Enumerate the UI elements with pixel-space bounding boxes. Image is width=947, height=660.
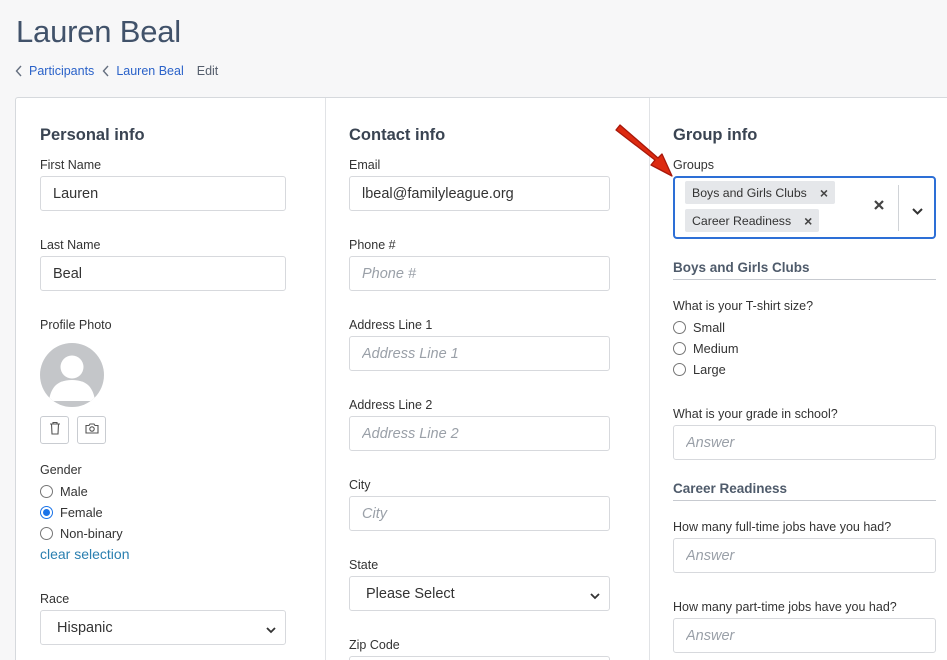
group-tag: Career Readiness ×: [685, 209, 820, 232]
race-label: Race: [40, 592, 70, 606]
delete-photo-button[interactable]: [40, 416, 69, 444]
clear-all-icon[interactable]: [873, 198, 885, 216]
tshirt-option-medium[interactable]: Medium: [673, 341, 739, 356]
chevron-left-icon: [102, 64, 110, 78]
phone-label: Phone #: [349, 238, 396, 252]
radio-button[interactable]: [40, 527, 53, 540]
chevron-down-icon: [589, 589, 601, 605]
remove-tag-icon[interactable]: ×: [804, 214, 812, 228]
remove-tag-icon[interactable]: ×: [820, 186, 828, 200]
address-line-2-label: Address Line 2: [349, 398, 433, 412]
breadcrumb-participants-link[interactable]: Participants: [29, 64, 94, 78]
chevron-down-icon: [265, 623, 277, 639]
state-label: State: [349, 558, 379, 572]
full-time-jobs-input[interactable]: [673, 538, 936, 573]
upload-photo-button[interactable]: [77, 416, 106, 444]
state-select[interactable]: Please Select: [349, 576, 610, 611]
trash-icon: [49, 421, 61, 440]
camera-icon: [84, 421, 99, 439]
multiselect-separator: [898, 185, 899, 231]
part-time-jobs-input[interactable]: [673, 618, 936, 653]
gender-option-male[interactable]: Male: [40, 484, 88, 499]
first-name-input[interactable]: [40, 176, 286, 211]
last-name-input[interactable]: [40, 256, 286, 291]
full-time-jobs-question: How many full-time jobs have you had?: [673, 520, 892, 534]
tshirt-option-small[interactable]: Small: [673, 320, 725, 335]
avatar-placeholder-icon: [40, 343, 104, 407]
part-time-jobs-question: How many part-time jobs have you had?: [673, 600, 897, 614]
email-label: Email: [349, 158, 381, 172]
radio-button[interactable]: [673, 363, 686, 376]
tshirt-size-question: What is your T-shirt size?: [673, 299, 814, 313]
profile-photo-label: Profile Photo: [40, 318, 112, 332]
grade-answer-input[interactable]: [673, 425, 936, 460]
groups-multiselect[interactable]: Boys and Girls Clubs × Career Readiness …: [673, 176, 936, 239]
gender-option-female[interactable]: Female: [40, 505, 103, 520]
gender-label: Gender: [40, 463, 82, 477]
chevron-down-icon[interactable]: [911, 203, 924, 221]
breadcrumb-current: Edit: [196, 64, 219, 78]
clear-selection-link[interactable]: clear selection: [40, 546, 130, 562]
address-line-1-label: Address Line 1: [349, 318, 433, 332]
boys-and-girls-clubs-heading: Boys and Girls Clubs: [673, 260, 936, 280]
breadcrumb: Participants Lauren Beal Edit: [15, 64, 218, 78]
personal-info-title: Personal info: [40, 126, 145, 144]
address-line-1-input[interactable]: [349, 336, 610, 371]
chevron-left-icon: [15, 64, 23, 78]
grade-question: What is your grade in school?: [673, 407, 838, 421]
group-tag: Boys and Girls Clubs ×: [685, 181, 836, 204]
career-readiness-heading: Career Readiness: [673, 481, 936, 501]
email-input[interactable]: [349, 176, 610, 211]
group-info-title: Group info: [673, 126, 758, 144]
first-name-label: First Name: [40, 158, 102, 172]
radio-button[interactable]: [673, 321, 686, 334]
gender-option-non-binary[interactable]: Non-binary: [40, 526, 123, 541]
radio-button-checked[interactable]: [40, 506, 53, 519]
city-input[interactable]: [349, 496, 610, 531]
radio-button[interactable]: [40, 485, 53, 498]
address-line-2-input[interactable]: [349, 416, 610, 451]
zip-code-label: Zip Code: [349, 638, 400, 652]
zip-code-input[interactable]: [349, 656, 610, 660]
race-select[interactable]: Hispanic: [40, 610, 286, 645]
breadcrumb-participant-link[interactable]: Lauren Beal: [116, 64, 183, 78]
radio-button[interactable]: [673, 342, 686, 355]
city-label: City: [349, 478, 371, 492]
annotation-arrow-icon: [615, 124, 673, 177]
phone-input[interactable]: [349, 256, 610, 291]
page-title: Lauren Beal: [16, 14, 181, 49]
column-divider: [325, 98, 326, 660]
contact-info-title: Contact info: [349, 126, 446, 144]
last-name-label: Last Name: [40, 238, 101, 252]
tshirt-option-large[interactable]: Large: [673, 362, 726, 377]
